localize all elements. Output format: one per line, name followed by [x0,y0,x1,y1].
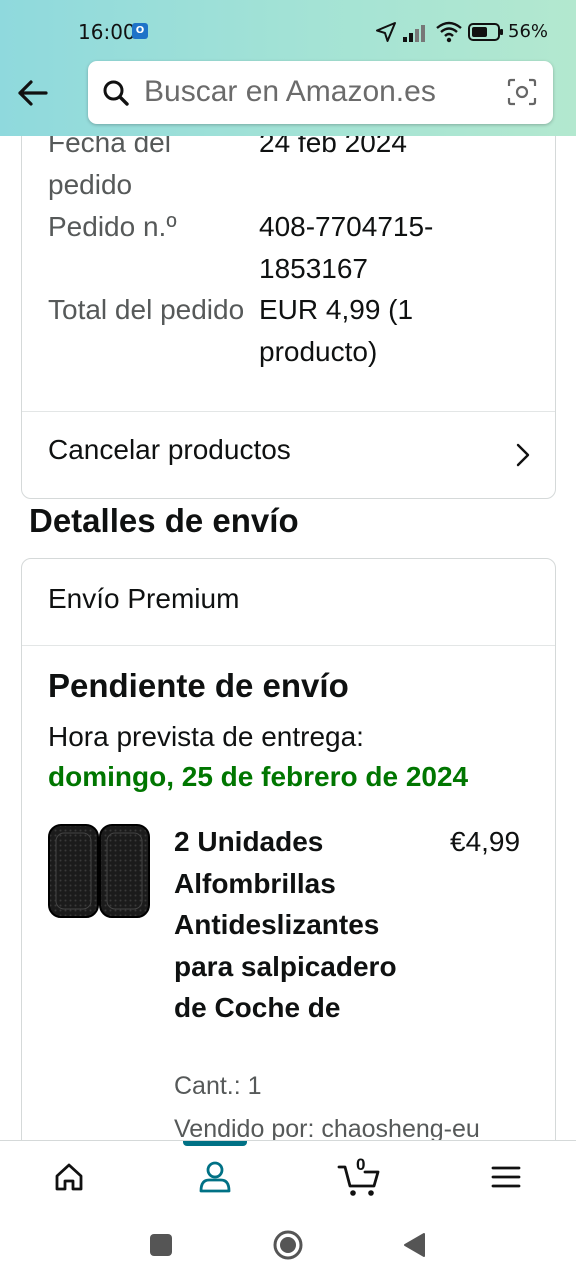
recents-square-icon[interactable] [149,1233,173,1257]
wifi-icon [436,21,462,43]
system-navigation-bar [0,1212,576,1280]
order-number-row: Pedido n.º 408-7704715-1853167 [48,206,548,290]
order-date-label: Fecha del pedido [48,136,171,200]
search-icon [103,80,129,106]
order-total-label: Total del pedido [48,294,245,325]
battery-percent: 56% [508,21,549,42]
outlook-icon: O [132,23,148,39]
order-total-row: Total del pedido EUR 4,99 (1 producto) [48,289,548,373]
order-number-label: Pedido n.º [48,211,177,242]
cart-count-badge: 0 [356,1155,366,1174]
top-header: 16:00 O 56% [0,0,576,136]
order-number-value: 408-7704715-1853167 [259,211,434,284]
product-thumbnail[interactable] [48,823,150,919]
shipment-card: Envío Premium Pendiente de envío Hora pr… [21,558,556,1140]
active-tab-indicator [183,1141,247,1146]
search-bar[interactable] [88,61,553,124]
status-bar: 16:00 O 56% [0,0,576,62]
order-detail-content: Fecha del pedido 24 feb 2024 Pedido n.º … [0,136,576,1140]
status-time: 16:00 [78,20,136,44]
battery-icon [468,23,503,41]
order-date-row: Fecha del pedido 24 feb 2024 [48,136,548,206]
order-summary-card: Fecha del pedido 24 feb 2024 Pedido n.º … [21,136,556,499]
bottom-navigation: 0 [0,1140,576,1212]
home-circle-icon[interactable] [272,1229,304,1261]
delivery-eta-label: Hora prevista de entrega: [48,721,364,752]
product-title-link[interactable]: 2 Unidades Alfombrillas Antideslizantes … [174,821,424,1029]
camera-scan-icon[interactable] [506,77,538,107]
shipping-type: Envío Premium [48,583,240,614]
chevron-right-icon [516,443,530,467]
back-triangle-icon[interactable] [402,1232,426,1258]
product-quantity: Cant.: 1 [174,1072,262,1100]
product-price: €4,99 [450,826,521,857]
back-arrow-icon[interactable] [14,74,52,112]
account-icon[interactable] [187,1155,243,1199]
delivery-eta-date: domingo, 25 de febrero de 2024 [48,761,469,792]
divider [22,645,555,646]
product-seller: Vendido por: chaosheng-eu [174,1115,480,1140]
shipment-status: Pendiente de envío [48,667,349,704]
cancel-products-button[interactable]: Cancelar productos [22,412,555,498]
cancel-products-label: Cancelar productos [48,434,291,465]
order-date-value: 24 feb 2024 [259,136,407,158]
signal-icon [403,25,425,42]
shipping-details-heading: Detalles de envío [29,502,299,539]
search-input[interactable] [144,71,484,113]
order-total-value: EUR 4,99 (1 producto) [259,294,414,367]
location-arrow-icon [376,22,396,42]
home-icon[interactable] [41,1155,97,1199]
menu-icon[interactable] [478,1155,534,1199]
